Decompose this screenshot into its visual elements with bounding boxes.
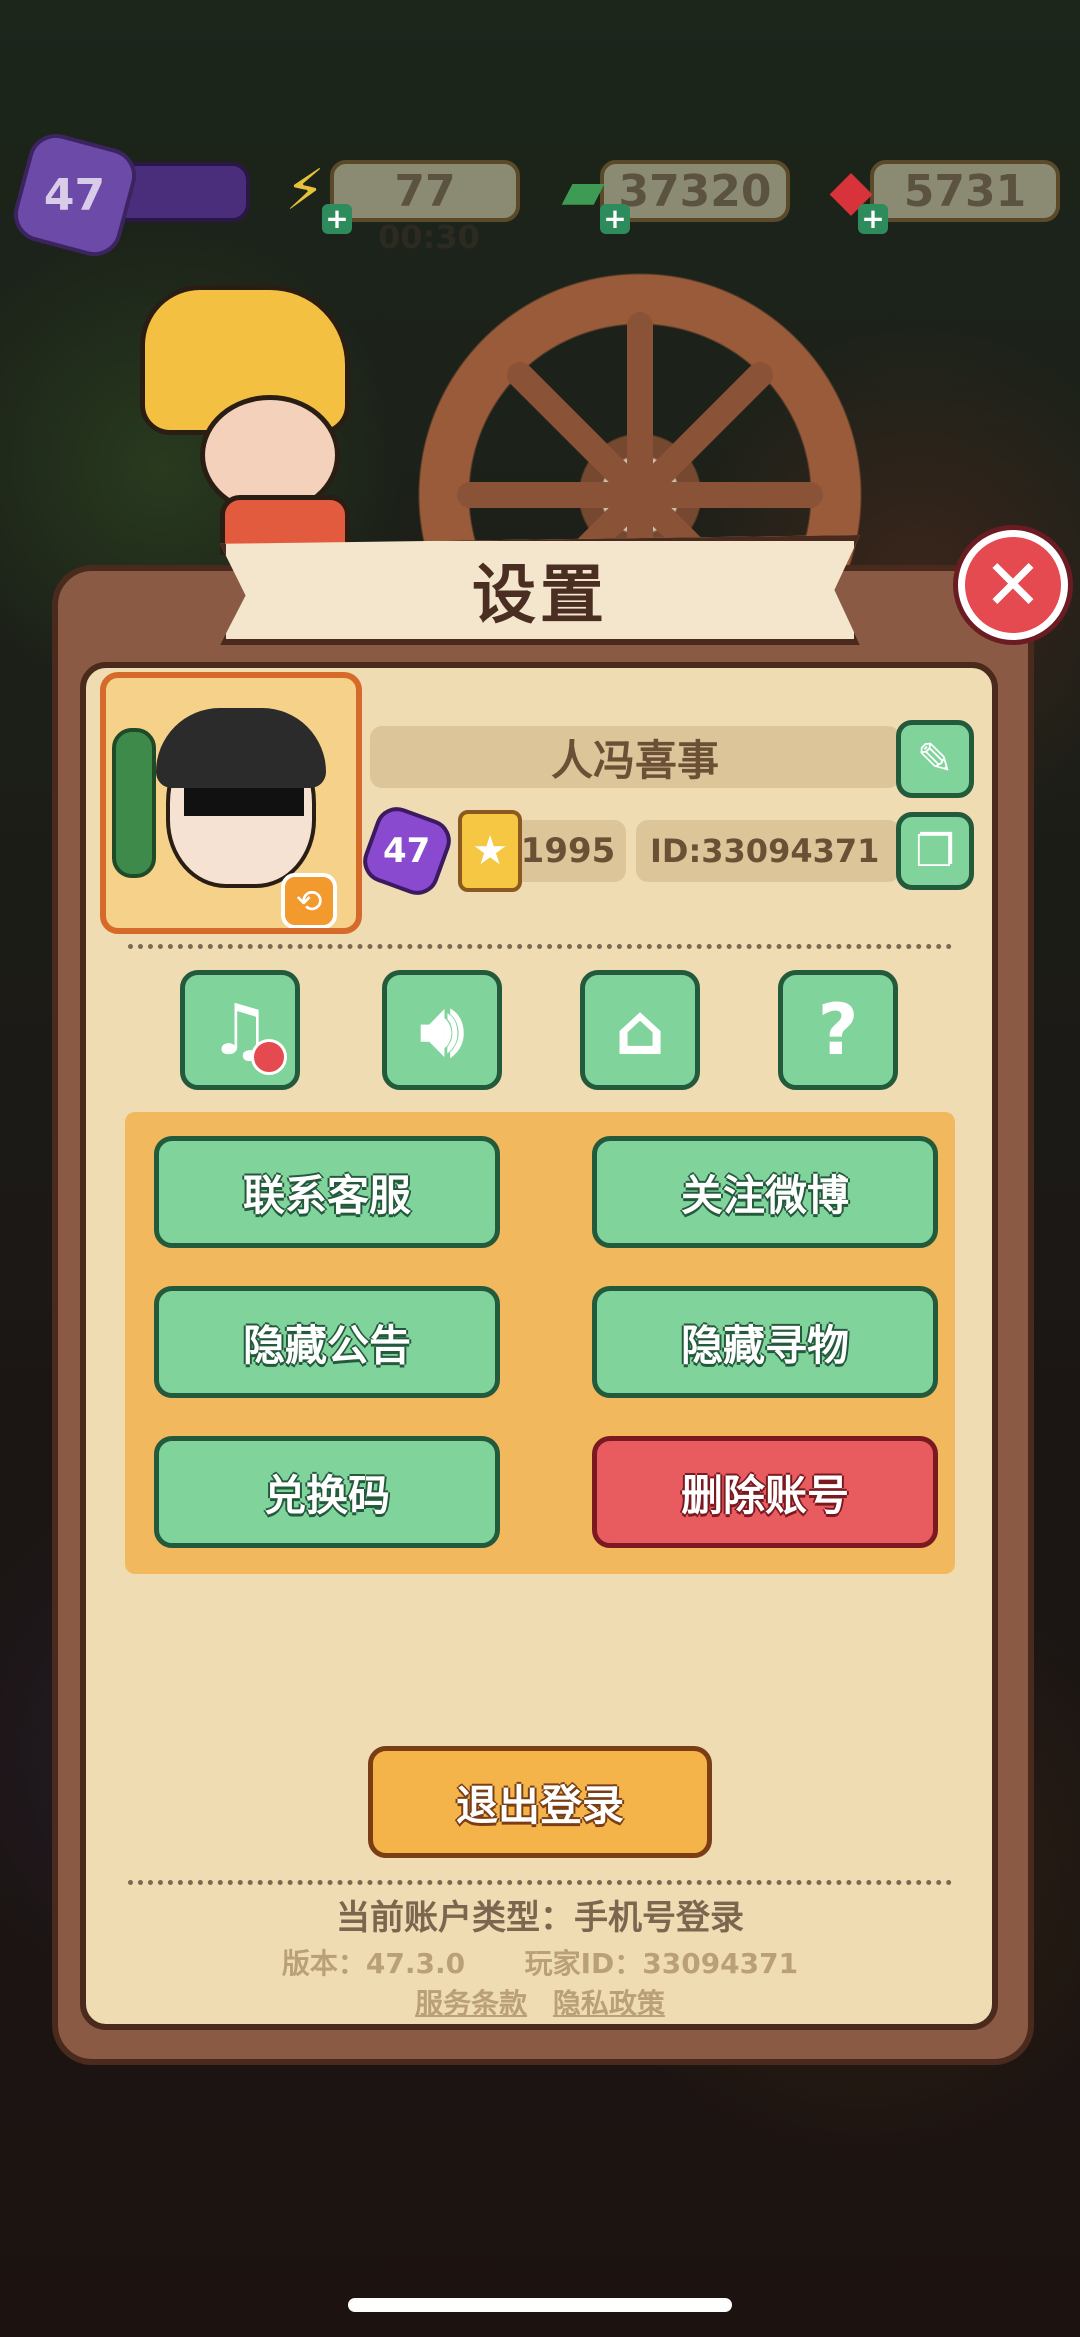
redeem-code-button[interactable]: 兑换码: [154, 1436, 500, 1548]
star-count-field: 1995: [510, 820, 626, 882]
settings-title: 设置: [472, 559, 608, 633]
legal-links: 服务条款 隐私政策: [0, 1982, 1080, 2022]
music-toggle-button[interactable]: ♫: [180, 970, 300, 1090]
player-level-text: 47: [44, 169, 106, 221]
footer-divider: [128, 1880, 952, 1885]
account-type-text: 当前账户类型：手机号登录: [0, 1890, 1080, 1939]
close-button[interactable]: ✕: [958, 530, 1068, 640]
cactus-decoration: [112, 728, 156, 878]
redeem-code-label: 兑换码: [263, 1470, 390, 1520]
sound-toggle-button[interactable]: 🔊︎: [382, 970, 502, 1090]
player-id-footer: 玩家ID：33094371: [524, 1947, 799, 1980]
muted-indicator-icon: [251, 1039, 287, 1075]
contact-support-label: 联系客服: [242, 1170, 411, 1220]
copy-id-button[interactable]: ❐: [896, 812, 974, 890]
star-count: 1995: [520, 831, 616, 871]
logout-button[interactable]: 退出登录: [368, 1746, 712, 1858]
gems-value: 5731: [903, 165, 1027, 217]
hide-item-hunt-button[interactable]: 隐藏寻物: [592, 1286, 938, 1398]
divider: [128, 944, 952, 949]
energy-plus-button[interactable]: +: [322, 204, 352, 234]
speaker-icon: 🔊︎: [419, 988, 465, 1071]
settings-title-banner: 设置: [220, 535, 860, 645]
terms-link[interactable]: 服务条款: [415, 1987, 527, 2020]
player-id-field: ID:33094371: [636, 820, 900, 882]
player-level-badge: 47: [7, 127, 143, 263]
hide-announcements-button[interactable]: 隐藏公告: [154, 1286, 500, 1398]
star-card-icon: ★: [458, 810, 522, 892]
follow-weibo-label: 关注微博: [680, 1170, 849, 1220]
mascot-character: [140, 285, 370, 555]
close-icon: ✕: [983, 544, 1043, 626]
cash-plus-button[interactable]: +: [600, 204, 630, 234]
question-icon: ?: [817, 989, 859, 1071]
player-name-field: 人冯喜事: [370, 726, 900, 788]
copy-icon: ❐: [915, 825, 955, 877]
home-indicator[interactable]: [348, 2298, 732, 2312]
hide-item-hunt-label: 隐藏寻物: [680, 1320, 849, 1370]
logout-label: 退出登录: [455, 1780, 624, 1830]
cash-value: 37320: [618, 165, 772, 217]
clean-cache-button[interactable]: ⌂: [580, 970, 700, 1090]
gems-counter: 5731: [870, 160, 1060, 222]
avatar-censor-bar: [184, 788, 304, 816]
energy-value: 77: [394, 165, 456, 217]
pencil-icon: ✎: [916, 733, 954, 785]
avatar-swap-icon[interactable]: ⟲: [281, 873, 337, 928]
broom-icon: ⌂: [614, 989, 666, 1071]
help-button[interactable]: ?: [778, 970, 898, 1090]
player-name: 人冯喜事: [550, 735, 719, 785]
version-row: 版本：47.3.0 玩家ID：33094371: [0, 1942, 1080, 1982]
player-id: ID:33094371: [650, 832, 880, 870]
account-type: 当前账户类型：手机号登录: [336, 1898, 744, 1938]
privacy-link[interactable]: 隐私政策: [553, 1987, 665, 2020]
hide-announcements-label: 隐藏公告: [242, 1320, 411, 1370]
delete-account-label: 删除账号: [680, 1470, 849, 1520]
avatar-hair: [156, 708, 326, 788]
gems-plus-button[interactable]: +: [858, 204, 888, 234]
energy-counter: 77: [330, 160, 520, 222]
edit-name-button[interactable]: ✎: [896, 720, 974, 798]
follow-weibo-button[interactable]: 关注微博: [592, 1136, 938, 1248]
avatar[interactable]: ⟲: [100, 672, 362, 934]
delete-account-button[interactable]: 删除账号: [592, 1436, 938, 1548]
profile-level-text: 47: [383, 830, 431, 871]
contact-support-button[interactable]: 联系客服: [154, 1136, 500, 1248]
version-text: 版本：47.3.0: [281, 1947, 466, 1980]
